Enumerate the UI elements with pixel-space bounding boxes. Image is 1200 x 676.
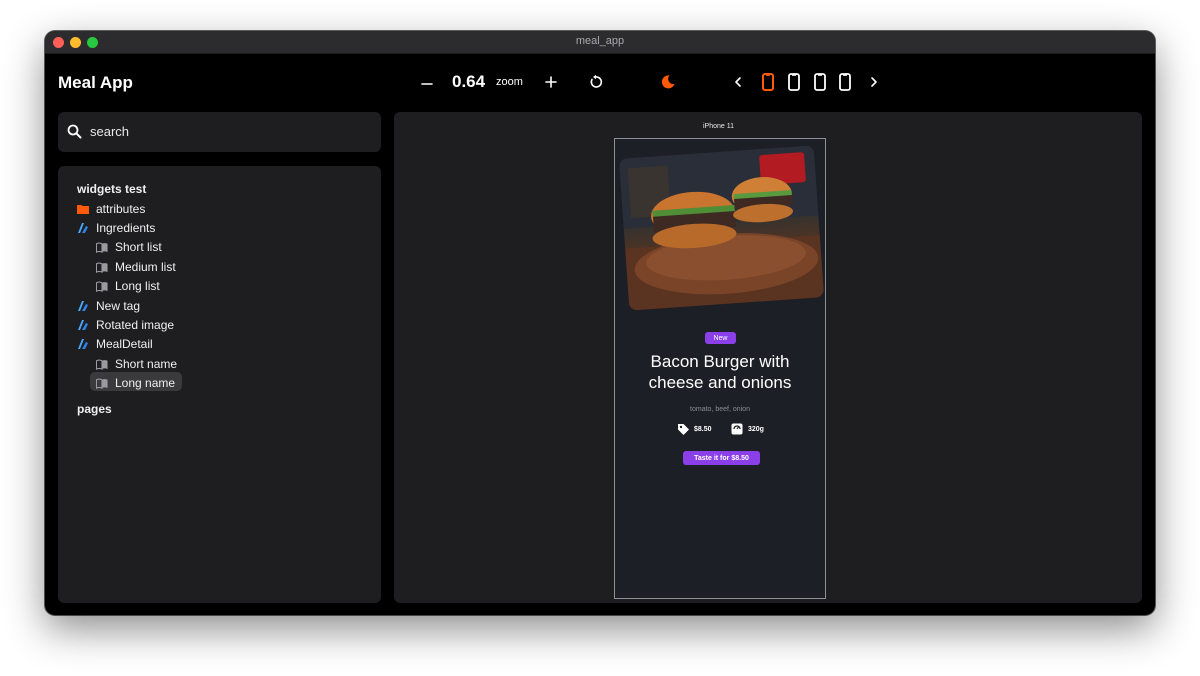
tree-item-short-name[interactable]: Short name (96, 355, 177, 373)
component-icon (77, 319, 89, 331)
weight-value: 320g (748, 425, 764, 433)
tree-item-label: Ingredients (96, 221, 156, 235)
search-placeholder: search (90, 124, 130, 139)
plus-icon (545, 76, 557, 88)
device-option-4-button[interactable] (835, 71, 855, 93)
component-icon (77, 300, 89, 312)
window-title: meal_app (575, 35, 625, 47)
next-device-button[interactable] (865, 72, 883, 92)
zoom-value: 0.64 (452, 72, 486, 91)
theme-toggle-button[interactable] (658, 72, 678, 92)
search-icon (67, 124, 82, 139)
price-value: $8.50 (694, 426, 712, 433)
scale-icon (731, 423, 743, 435)
phone-device-icon (788, 73, 800, 91)
tree-item-label: attributes (96, 202, 146, 216)
reset-icon (590, 74, 603, 88)
phone-device-icon (814, 73, 826, 91)
tree-item-long-name[interactable]: Long name (96, 374, 175, 392)
tree-item-meal-detail[interactable]: MealDetail (77, 335, 153, 353)
tree-item-label: Rotated image (96, 318, 175, 332)
tree-item-label: New tag (96, 299, 141, 313)
book-icon (96, 261, 108, 273)
tree-item-long-list[interactable]: Long list (96, 277, 160, 295)
pages-section-label: pages (77, 402, 112, 416)
app-title: Meal App (58, 73, 133, 92)
price-tag-icon (678, 424, 689, 435)
weight-stat: 320g (731, 423, 764, 435)
component-icon (77, 222, 89, 234)
device-option-3-button[interactable] (810, 71, 830, 93)
folder-icon (77, 203, 89, 215)
tree-item-label: Short name (115, 357, 178, 371)
book-icon (96, 377, 108, 389)
tree-item-label: Long list (115, 279, 160, 293)
previous-device-button[interactable] (729, 72, 747, 92)
device-screen: New Bacon Burger with cheese and onions … (614, 138, 826, 599)
tree-item-rotated-image[interactable]: Rotated image (77, 316, 174, 334)
tree-item-label: Long name (115, 376, 176, 390)
app-window: meal_app Meal App 0.64 zoom search widge… (45, 31, 1155, 615)
tree-item-label: Medium list (115, 260, 176, 274)
meal-title: Bacon Burger with cheese and onions (615, 351, 825, 393)
meal-photo (618, 145, 825, 311)
tree-item-new-tag[interactable]: New tag (77, 297, 140, 315)
title-bar: meal_app (45, 31, 1155, 54)
phone-device-icon (839, 73, 851, 91)
tree-item-ingredients[interactable]: Ingredients (77, 219, 155, 237)
book-icon (96, 280, 108, 292)
taste-it-button[interactable]: Taste it for $8.50 (683, 451, 760, 465)
reset-zoom-button[interactable] (586, 72, 606, 92)
theme-moon-icon (661, 75, 675, 89)
search-input[interactable]: search (58, 112, 381, 152)
widgets-section-label: widgets test (77, 182, 147, 196)
device-iphone-11-button[interactable] (758, 71, 778, 93)
device-option-2-button[interactable] (784, 71, 804, 93)
meal-title-line-1: Bacon Burger with (650, 352, 790, 371)
price-stat: $8.50 (677, 423, 712, 436)
meal-ingredients: tomato, beef, onion (690, 406, 750, 413)
widget-tree-panel: widgets test attributes Ingredients Shor… (58, 166, 381, 603)
book-icon (96, 241, 108, 253)
tree-item-attributes[interactable]: attributes (77, 200, 145, 218)
meal-title-line-2: cheese and onions (648, 373, 792, 392)
phone-device-icon (762, 73, 774, 91)
tree-item-label: Short list (115, 240, 162, 254)
component-icon (77, 338, 89, 350)
device-name-label: iPhone 11 (703, 123, 735, 130)
chevron-right-icon (871, 77, 877, 87)
tree-item-medium-list[interactable]: Medium list (96, 258, 176, 276)
tree-item-short-list[interactable]: Short list (96, 238, 162, 256)
chevron-left-icon (735, 77, 741, 87)
new-tag-badge: New (705, 332, 736, 344)
zoom-in-button[interactable] (541, 72, 561, 92)
minus-icon (421, 83, 433, 85)
book-icon (96, 358, 108, 370)
tree-item-label: MealDetail (96, 337, 153, 351)
zoom-out-button[interactable] (417, 74, 437, 94)
device-preview-panel: iPhone 11 New Bacon Burger with cheese a… (394, 112, 1142, 603)
zoom-label: zoom (496, 76, 523, 88)
